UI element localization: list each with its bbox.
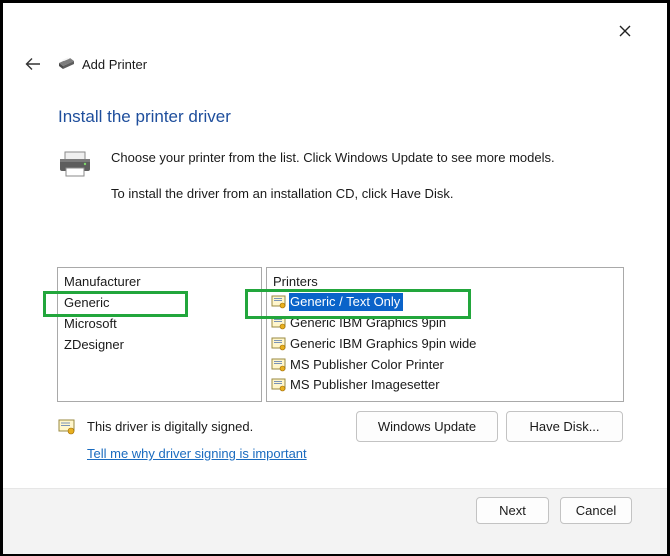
driver-signing-link[interactable]: Tell me why driver signing is important: [87, 446, 307, 461]
windows-update-button[interactable]: Windows Update: [356, 411, 498, 442]
certificate-icon: [271, 378, 286, 392]
signature-status-text: This driver is digitally signed.: [87, 419, 254, 434]
printer-item-label: MS Publisher Color Printer: [290, 357, 444, 372]
printers-list[interactable]: Printers Generic / Text Only Generic IBM…: [266, 267, 624, 402]
highlight-box-generic-text-only: [245, 289, 471, 319]
highlight-box-generic: [43, 291, 188, 317]
window-title: Add Printer: [82, 56, 148, 72]
manufacturer-item-microsoft[interactable]: Microsoft: [64, 316, 117, 331]
cancel-button[interactable]: Cancel: [560, 497, 632, 524]
certificate-icon: [271, 358, 286, 372]
manufacturer-item-zdesigner[interactable]: ZDesigner: [64, 337, 124, 352]
install-cd-text: To install the driver from an installati…: [111, 186, 454, 201]
printer-item-ms-publisher-color[interactable]: MS Publisher Color Printer: [271, 356, 447, 374]
page-title: Install the printer driver: [58, 107, 231, 126]
printer-item-label: Generic IBM Graphics 9pin wide: [290, 336, 477, 351]
have-disk-button[interactable]: Have Disk...: [506, 411, 623, 442]
description-text: Choose your printer from the list. Click…: [111, 150, 555, 165]
close-icon: [619, 25, 631, 37]
printer-item-label: MS Publisher Imagesetter: [290, 377, 440, 392]
back-arrow-icon: [25, 58, 40, 70]
printer-item-ibm-9pin-wide[interactable]: Generic IBM Graphics 9pin wide: [271, 335, 479, 353]
certificate-icon: [271, 337, 286, 351]
printer-icon: [59, 57, 74, 69]
printers-list-header: Printers: [273, 274, 318, 289]
close-button[interactable]: [612, 18, 638, 44]
printer-item-ms-publisher-imagesetter[interactable]: MS Publisher Imagesetter: [271, 376, 443, 394]
title-bar: Add Printer: [22, 52, 147, 76]
next-button[interactable]: Next: [476, 497, 549, 524]
manufacturer-list[interactable]: Manufacturer Generic Microsoft ZDesigner: [57, 267, 262, 402]
certificate-icon: [58, 419, 75, 435]
back-button[interactable]: [22, 53, 44, 75]
printer-icon: [60, 151, 90, 177]
manufacturer-list-header: Manufacturer: [64, 274, 141, 289]
